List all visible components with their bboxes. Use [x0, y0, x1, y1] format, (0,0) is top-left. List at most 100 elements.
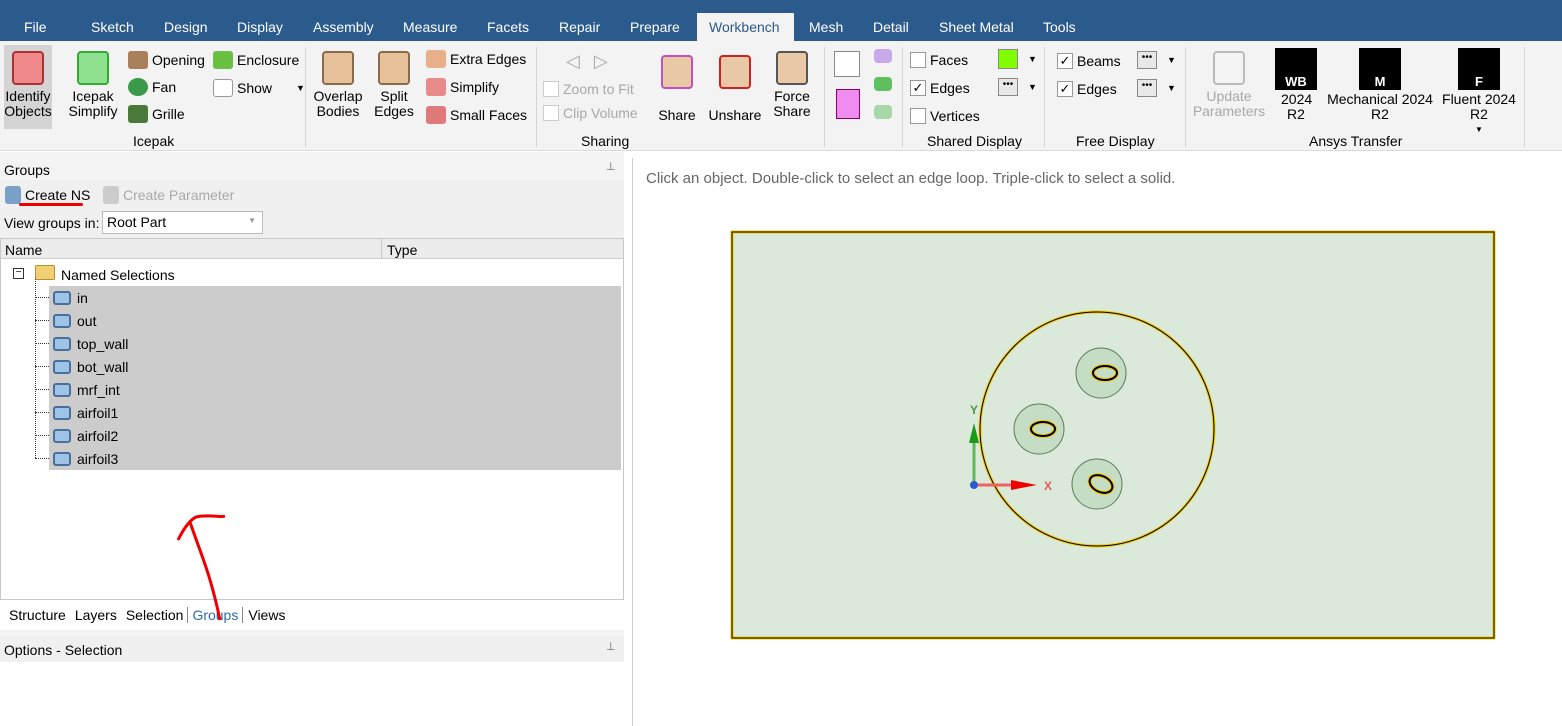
chevron-down-icon[interactable]: ▼: [1440, 122, 1518, 137]
enclosure-button[interactable]: Enclosure: [213, 51, 299, 69]
shared-display-group-label: Shared Display: [927, 133, 1022, 149]
menu-workbench[interactable]: Workbench: [697, 13, 794, 41]
panel-tabs: Structure Layers Selection Groups Views: [0, 600, 624, 630]
create-ns-button[interactable]: Create NS: [5, 186, 90, 204]
mechanical-transfer-button[interactable]: M Mechanical 2024 R2: [1326, 48, 1434, 122]
menu-assembly[interactable]: Assembly: [301, 0, 386, 41]
airfoil-2: [1013, 403, 1065, 455]
arrow-left-icon[interactable]: ◁: [566, 51, 580, 72]
tab-views[interactable]: Views: [243, 607, 290, 623]
named-selection-item[interactable]: airfoil3: [49, 447, 621, 470]
menu-sketch[interactable]: Sketch: [79, 0, 146, 41]
named-selection-icon: [53, 336, 71, 351]
opening-button[interactable]: Opening: [128, 51, 205, 69]
collapse-icon[interactable]: −: [13, 268, 24, 279]
named-selection-item[interactable]: airfoil1: [49, 401, 621, 424]
zoom-to-fit-checkbox[interactable]: Zoom to Fit: [543, 81, 634, 97]
menu-file[interactable]: File: [12, 0, 59, 41]
free-edges-checkbox[interactable]: ✓ Edges: [1057, 81, 1117, 97]
ribbon: Identify Objects Icepak Simplify Opening…: [0, 41, 1562, 151]
fan-icon: [128, 78, 148, 96]
update-parameters-button[interactable]: Update Parameters: [1190, 51, 1268, 119]
column-header-type[interactable]: Type: [387, 242, 417, 258]
menu-repair[interactable]: Repair: [547, 0, 612, 41]
named-selection-item[interactable]: in: [49, 286, 621, 309]
tab-structure[interactable]: Structure: [0, 607, 70, 623]
share-button[interactable]: Share: [654, 55, 700, 123]
beams-style-picker[interactable]: ••• ▼: [1137, 51, 1176, 69]
menu-prepare[interactable]: Prepare: [618, 0, 692, 41]
chevron-down-icon: ▼: [1167, 83, 1176, 93]
pin-icon[interactable]: ⊥: [606, 640, 616, 653]
menu-sheet-metal[interactable]: Sheet Metal: [927, 0, 1026, 41]
show-label: Show: [237, 80, 273, 96]
unshare-button[interactable]: Unshare: [706, 55, 764, 123]
tab-layers[interactable]: Layers: [70, 607, 122, 623]
unshare-label: Unshare: [708, 107, 762, 123]
clip-volume-label: Clip Volume: [563, 105, 638, 121]
menu-measure[interactable]: Measure: [391, 0, 469, 41]
named-selection-icon: [53, 428, 71, 443]
menu-mesh[interactable]: Mesh: [797, 0, 855, 41]
split-edges-button[interactable]: Split Edges: [372, 51, 416, 119]
free-beams-checkbox[interactable]: ✓ Beams: [1057, 53, 1121, 69]
simplify-label: Simplify: [450, 79, 500, 95]
force-share-button[interactable]: Force Share: [770, 51, 814, 119]
checkmark-icon: ✓: [1057, 53, 1073, 69]
menu-design[interactable]: Design: [152, 0, 220, 41]
show-dropdown[interactable]: Show ▼: [213, 79, 305, 97]
arrow-right-icon[interactable]: ▷: [594, 51, 608, 72]
blocks-icon[interactable]: [836, 89, 860, 119]
chevron-down-icon: ▼: [1028, 82, 1037, 92]
clip-volume-checkbox[interactable]: Clip Volume: [543, 105, 638, 121]
small-faces-button[interactable]: Small Faces: [426, 106, 527, 124]
workbench-transfer-button[interactable]: WB 2024 R2: [1274, 48, 1318, 122]
named-selection-item[interactable]: out: [49, 309, 621, 332]
create-parameter-button[interactable]: Create Parameter: [103, 186, 234, 204]
menu-facets[interactable]: Facets: [475, 0, 541, 41]
graphics-viewport[interactable]: Click an object. Double-click to select …: [632, 158, 1562, 726]
tree-structure-icon[interactable]: [834, 51, 860, 77]
chevron-down-icon: ▼: [248, 216, 256, 225]
named-selection-item[interactable]: airfoil2: [49, 424, 621, 447]
overlap-bodies-button[interactable]: Overlap Bodies: [312, 51, 364, 119]
shared-view-icon[interactable]: [874, 77, 892, 91]
checkmark-icon: ✓: [1057, 81, 1073, 97]
grille-button[interactable]: Grille: [128, 105, 185, 123]
named-selection-item[interactable]: bot_wall: [49, 355, 621, 378]
icepak-simplify-button[interactable]: Icepak Simplify: [66, 51, 120, 119]
menu-detail[interactable]: Detail: [861, 0, 921, 41]
free-edges-style-picker[interactable]: ••• ▼: [1137, 79, 1176, 97]
named-selection-item[interactable]: mrf_int: [49, 378, 621, 401]
named-selection-label: top_wall: [77, 335, 129, 352]
simplify-button[interactable]: Simplify: [426, 78, 499, 96]
named-selections-folder[interactable]: Named Selections: [61, 267, 175, 283]
shared-view-icon[interactable]: [874, 105, 892, 119]
extra-edges-button[interactable]: Extra Edges: [426, 50, 526, 68]
pin-icon[interactable]: ⊥: [606, 160, 616, 173]
opening-label: Opening: [152, 52, 205, 68]
faces-color-picker[interactable]: ▼: [998, 49, 1037, 69]
edges-style-picker[interactable]: ••• ▼: [998, 78, 1037, 96]
column-header-name[interactable]: Name: [5, 242, 42, 258]
icepak-simplify-label: Icepak Simplify: [68, 88, 118, 119]
shared-edges-checkbox[interactable]: ✓ Edges: [910, 80, 970, 96]
enclosure-icon: [213, 51, 233, 69]
split-label: Split Edges: [374, 88, 414, 119]
menu-tools[interactable]: Tools: [1031, 0, 1088, 41]
menu-display[interactable]: Display: [225, 0, 295, 41]
fluent-transfer-button[interactable]: F Fluent 2024 R2 ▼: [1440, 48, 1518, 137]
identify-objects-button[interactable]: Identify Objects: [4, 45, 52, 129]
extra-edges-label: Extra Edges: [450, 51, 527, 67]
vertices-label: Vertices: [930, 108, 980, 124]
fan-button[interactable]: Fan: [128, 78, 176, 96]
named-selection-item[interactable]: top_wall: [49, 332, 621, 355]
share-label: Share: [658, 107, 696, 123]
shared-vertices-checkbox[interactable]: Vertices: [910, 108, 980, 124]
shared-view-icon[interactable]: [874, 49, 892, 63]
named-selection-label: in: [77, 289, 88, 306]
shared-faces-checkbox[interactable]: Faces: [910, 52, 968, 68]
model-canvas[interactable]: Y X: [633, 158, 1562, 726]
more-icon: •••: [1137, 79, 1157, 97]
view-groups-select[interactable]: Root Part ▼: [102, 211, 263, 234]
